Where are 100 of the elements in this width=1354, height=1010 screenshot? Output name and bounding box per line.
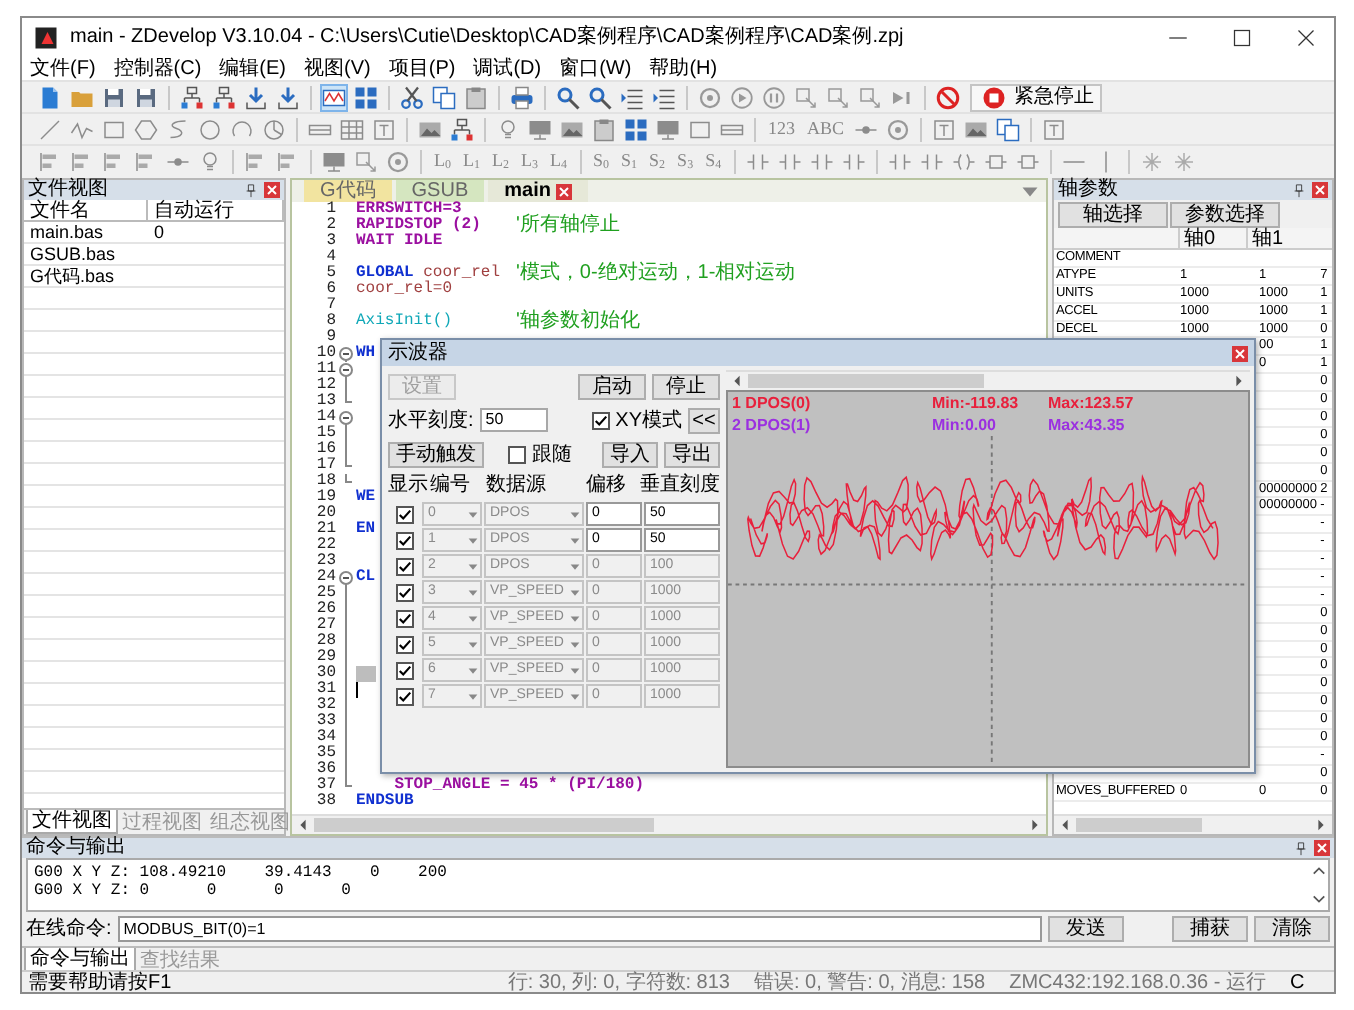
checkbox[interactable] (395, 687, 413, 705)
scroll-left-icon[interactable] (1058, 818, 1072, 832)
polyline-icon[interactable] (70, 117, 94, 141)
button[interactable]: 发送 (1048, 916, 1124, 942)
contact-icon[interactable] (809, 149, 834, 173)
button[interactable]: 启动 (578, 373, 646, 399)
command-input[interactable]: MODBUS_BIT(0)=1 (117, 916, 1042, 942)
coil-icon[interactable] (951, 149, 976, 173)
clipboard-icon[interactable] (592, 117, 616, 141)
scissors-icon[interactable] (400, 85, 424, 109)
pin-icon[interactable] (1292, 183, 1306, 197)
scroll-down-icon[interactable] (1311, 892, 1325, 906)
menu-item[interactable]: 文件(F) (30, 57, 96, 79)
hexagon-icon[interactable] (134, 117, 158, 141)
step-icon[interactable] (858, 85, 882, 109)
emergency-stop-button[interactable]: 紧急停止 (970, 83, 1102, 111)
pause-icon[interactable] (762, 85, 786, 109)
button[interactable]: << (688, 407, 720, 433)
button[interactable]: 捕获 (1172, 916, 1248, 942)
contact-icon[interactable] (841, 149, 866, 173)
align-icon[interactable] (70, 149, 94, 173)
menu-item[interactable]: 编辑(E) (219, 57, 287, 79)
scrollbar-thumb[interactable] (1076, 818, 1202, 832)
indent-icon[interactable] (620, 85, 644, 109)
scrollbar-thumb[interactable] (314, 818, 654, 832)
panel-tab[interactable]: 组态视图 (206, 812, 294, 834)
search-icon[interactable] (556, 85, 580, 109)
pin-icon[interactable] (1294, 841, 1308, 855)
step-icon[interactable] (826, 85, 850, 109)
file-name[interactable]: main.bas (24, 222, 148, 244)
contact-icon[interactable] (745, 149, 770, 173)
menu-item[interactable]: 调试(D) (473, 57, 542, 79)
editor-tab[interactable]: G代码 (304, 180, 392, 202)
step-icon[interactable] (354, 149, 378, 173)
file-name[interactable]: G代码.bas (24, 266, 148, 288)
menu-item[interactable]: 项目(P) (388, 57, 456, 79)
scroll-right-icon[interactable] (1028, 818, 1042, 832)
no-entry-icon[interactable] (936, 85, 960, 109)
toolbar-label[interactable]: S$_{3}$ (677, 151, 694, 171)
align-icon[interactable] (244, 149, 268, 173)
button[interactable]: 清除 (1254, 916, 1330, 942)
download-icon[interactable] (276, 85, 300, 109)
toolbar-label[interactable]: 123 (768, 119, 795, 139)
arc-icon[interactable] (230, 117, 254, 141)
fold-marker-icon[interactable] (336, 346, 356, 362)
editor-tab[interactable]: main (488, 180, 589, 202)
close-icon[interactable] (1296, 27, 1316, 47)
hierarchy-icon[interactable] (212, 85, 236, 109)
copy-icon[interactable] (996, 117, 1021, 141)
horizontal-scrollbar[interactable] (726, 370, 1250, 390)
scrollbar-thumb[interactable] (748, 374, 984, 388)
align-icon[interactable] (102, 149, 126, 173)
text-frame-icon[interactable] (932, 117, 957, 141)
hierarchy-icon[interactable] (180, 85, 204, 109)
align-icon[interactable] (134, 149, 158, 173)
bulb-icon[interactable] (496, 117, 520, 141)
table-icon[interactable] (340, 117, 364, 141)
button[interactable]: 导入 (602, 441, 658, 467)
toolbar-label[interactable]: ABC (807, 119, 845, 139)
contact-icon[interactable] (919, 149, 944, 173)
printer-icon[interactable] (510, 85, 534, 109)
target-icon[interactable] (698, 85, 722, 109)
picture-icon[interactable] (560, 117, 584, 141)
panel-tab[interactable]: 查找结果 (136, 950, 224, 972)
target-icon[interactable] (886, 117, 911, 141)
step-icon[interactable] (794, 85, 818, 109)
picture-icon[interactable] (418, 117, 442, 141)
text-frame-icon[interactable] (1042, 117, 1067, 141)
checkbox[interactable] (395, 609, 413, 627)
checkbox[interactable] (395, 635, 413, 653)
document-icon[interactable] (38, 85, 62, 109)
checkbox[interactable] (395, 661, 413, 679)
curve-icon[interactable] (166, 117, 190, 141)
checkbox[interactable] (395, 557, 413, 575)
input-field[interactable]: 50 (479, 408, 548, 432)
toolbar-label[interactable]: L$_{2}$ (492, 151, 509, 171)
tab-button[interactable]: 轴选择 (1058, 202, 1168, 228)
function-block-icon[interactable] (983, 149, 1008, 173)
grid-icon[interactable] (354, 85, 378, 109)
scroll-up-icon[interactable] (1311, 864, 1325, 878)
checkbox[interactable] (508, 445, 526, 463)
rectangle-icon[interactable] (688, 117, 712, 141)
checkbox[interactable] (591, 411, 610, 429)
toolbar-label[interactable]: S$_{4}$ (705, 151, 722, 171)
rectangle-icon[interactable] (102, 117, 126, 141)
fold-marker-icon[interactable] (336, 570, 356, 586)
button[interactable]: 导出 (664, 441, 720, 467)
toolbar-label[interactable]: S$_{2}$ (649, 151, 666, 171)
editor-tab[interactable]: GSUB (395, 180, 485, 202)
hierarchy-icon[interactable] (450, 117, 474, 141)
toolbar-label[interactable]: L$_{3}$ (521, 151, 538, 171)
toolbar-label[interactable]: L$_{0}$ (434, 151, 451, 171)
search-icon[interactable] (588, 85, 612, 109)
picture-icon[interactable] (964, 117, 989, 141)
checkbox[interactable] (395, 583, 413, 601)
menu-item[interactable]: 帮助(H) (649, 57, 718, 79)
button[interactable]: 停止 (652, 373, 720, 399)
horizontal-scrollbar[interactable] (1054, 814, 1332, 834)
pin-icon[interactable] (244, 183, 258, 197)
contact-icon[interactable] (777, 149, 802, 173)
